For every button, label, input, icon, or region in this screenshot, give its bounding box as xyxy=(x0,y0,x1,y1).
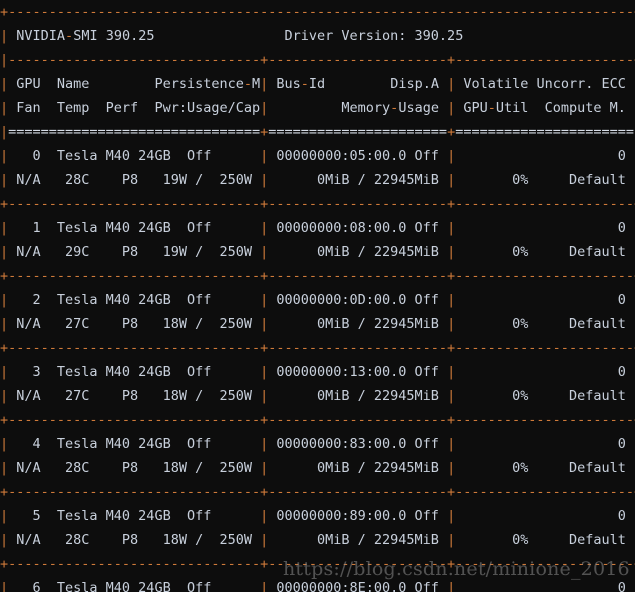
column-header-row-1: | GPU Name Persistence-M| Bus-Id Disp.A … xyxy=(0,76,635,92)
title-row: | NVIDIA-SMI 390.25 Driver Version: 390.… xyxy=(0,28,635,44)
gpu-row-top: | 2 Tesla M40 24GB Off | 00000000:0D:00.… xyxy=(0,292,635,308)
gpu-row-top: | 3 Tesla M40 24GB Off | 00000000:13:00.… xyxy=(0,364,635,380)
gpu-row-separator: +-------------------------------+-------… xyxy=(0,340,635,356)
gpu-row-top: | 4 Tesla M40 24GB Off | 00000000:83:00.… xyxy=(0,436,635,452)
gpu-row-bottom: | N/A 28C P8 19W / 250W | 0MiB / 22945Mi… xyxy=(0,172,635,188)
terminal-window: +---------------------------------------… xyxy=(0,0,635,592)
gpu-row-top: | 5 Tesla M40 24GB Off | 00000000:89:00.… xyxy=(0,508,635,524)
nvidia-smi-output: +---------------------------------------… xyxy=(0,0,635,592)
header-double-separator: |===============================+=======… xyxy=(0,124,635,140)
gpu-row-bottom: | N/A 27C P8 18W / 250W | 0MiB / 22945Mi… xyxy=(0,388,635,404)
title-bottom-border: |-------------------------------+-------… xyxy=(0,52,635,68)
gpu-row-bottom: | N/A 29C P8 19W / 250W | 0MiB / 22945Mi… xyxy=(0,244,635,260)
gpu-row-bottom: | N/A 28C P8 18W / 250W | 0MiB / 22945Mi… xyxy=(0,460,635,476)
gpu-row-bottom: | N/A 28C P8 18W / 250W | 0MiB / 22945Mi… xyxy=(0,532,635,548)
gpu-row-top: | 0 Tesla M40 24GB Off | 00000000:05:00.… xyxy=(0,148,635,164)
gpu-row-separator: +-------------------------------+-------… xyxy=(0,268,635,284)
table-top-border: +---------------------------------------… xyxy=(0,4,635,20)
gpu-row-separator: +-------------------------------+-------… xyxy=(0,484,635,500)
gpu-row-top: | 1 Tesla M40 24GB Off | 00000000:08:00.… xyxy=(0,220,635,236)
gpu-row-separator: +-------------------------------+-------… xyxy=(0,412,635,428)
gpu-row-separator: +-------------------------------+-------… xyxy=(0,196,635,212)
gpu-row-bottom: | N/A 27C P8 18W / 250W | 0MiB / 22945Mi… xyxy=(0,316,635,332)
gpu-row-top: | 6 Tesla M40 24GB Off | 00000000:8E:00.… xyxy=(0,580,635,592)
gpu-row-separator: +-------------------------------+-------… xyxy=(0,556,635,572)
column-header-row-2: | Fan Temp Perf Pwr:Usage/Cap| Memory-Us… xyxy=(0,100,635,116)
